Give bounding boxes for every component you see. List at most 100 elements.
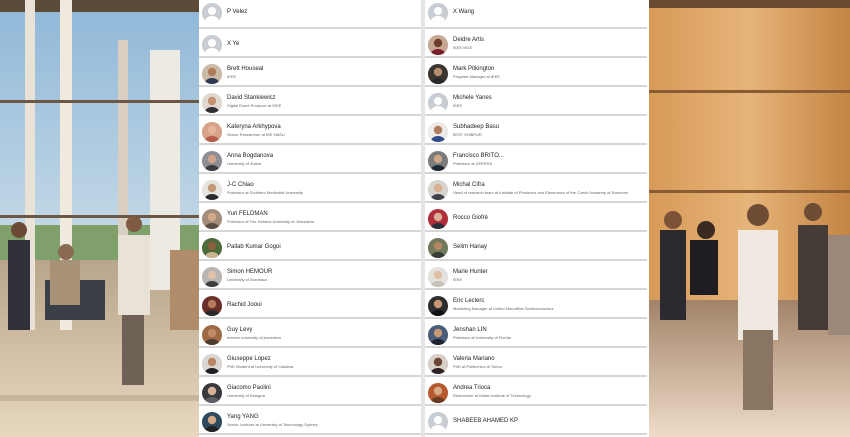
- attendee-name: Eric Leclerc: [453, 298, 485, 304]
- attendee-title: Program Manager at IEEE: [453, 74, 500, 79]
- profile-photo: [428, 64, 448, 84]
- attendee-card[interactable]: Giuseppe Lopez PhD Student at University…: [199, 351, 421, 377]
- attendee-card[interactable]: Yang YANG Senior Lecturer at University …: [199, 409, 421, 435]
- profile-photo: [428, 180, 448, 200]
- profile-photo: [428, 296, 448, 316]
- attendee-card[interactable]: Guy Levy hebrew university of jerusalem: [199, 322, 421, 348]
- attendee-card[interactable]: X Ye: [199, 32, 421, 58]
- attendee-title: Head of research team at Institute of Ph…: [453, 190, 628, 195]
- attendee-name: David Stankiewicz: [227, 95, 276, 101]
- attendee-card[interactable]: J-C Chiao Professor at Southern Methodis…: [199, 177, 421, 203]
- attendee-card[interactable]: David Stankiewicz Digital Event Producer…: [199, 90, 421, 116]
- attendee-name: Michal Cifra: [453, 182, 485, 188]
- attendee-name: Pallab Kumar Gogoi: [227, 244, 281, 250]
- profile-photo: [202, 209, 222, 229]
- attendee-name: Marie Hunter: [453, 269, 488, 275]
- attendee-title: Senior Lecturer at University of Technol…: [227, 422, 318, 427]
- profile-photo: [428, 122, 448, 142]
- attendee-card[interactable]: Eric Leclerc Marketing Manager at United…: [425, 293, 647, 319]
- attendee-card[interactable]: Anna Bogdanova University of Zurich: [199, 148, 421, 174]
- attendee-card[interactable]: Rachid Jooui: [199, 293, 421, 319]
- attendee-card[interactable]: Pallab Kumar Gogoi: [199, 235, 421, 261]
- attendee-title: hebrew university of jerusalem: [227, 335, 282, 340]
- attendee-title: IIEST SHIBPUR: [453, 132, 482, 137]
- attendee-name: Giacomo Paolini: [227, 385, 271, 391]
- attendee-name: Anna Bogdanova: [227, 153, 274, 159]
- attendee-card[interactable]: Giacomo Paolini University of Bologna: [199, 380, 421, 406]
- attendee-name: X Wang: [453, 9, 475, 15]
- attendee-name: Valeria Mariano: [453, 356, 495, 362]
- attendee-title: Researcher at Italian Institute of Techn…: [453, 393, 531, 398]
- profile-photo: [428, 383, 448, 403]
- attendee-title: PhD Student at University of Calabria: [227, 364, 294, 369]
- attendee-title: IEEE: [453, 103, 463, 108]
- attendee-card[interactable]: Marie Hunter IEEE: [425, 264, 647, 290]
- attendee-title: University of Bordeaux: [227, 277, 268, 282]
- attendee-title: Professor at University of Florida: [453, 335, 512, 340]
- attendee-card[interactable]: Valeria Mariano PhD at Politecnico di To…: [425, 351, 647, 377]
- profile-photo: [202, 93, 222, 113]
- attendee-name: Mark Pitkington: [453, 66, 495, 72]
- attendee-name: Deidre Artis: [453, 37, 485, 43]
- profile-photo: [202, 122, 222, 142]
- profile-photo: [202, 354, 222, 374]
- attendee-card[interactable]: Francisco BRITO... Professor at UPERSA: [425, 148, 647, 174]
- virtual-lobby-background: P Velez X Ye Brett Houseal IEEE David St…: [0, 0, 850, 437]
- attendee-name: SHABEEB AHAMED KP: [453, 418, 519, 424]
- default-avatar-icon: [202, 35, 222, 55]
- attendee-name: Francisco BRITO...: [453, 153, 504, 159]
- attendee-card[interactable]: Michele Yanes IEEE: [425, 90, 647, 116]
- attendee-name: Subhadeep Basu: [453, 124, 500, 130]
- profile-photo: [202, 238, 222, 258]
- attendee-title: IEEE MCE: [453, 45, 473, 50]
- attendee-card[interactable]: Kateryna Arkhypova Senior Researcher at …: [199, 119, 421, 145]
- attendee-title: Senior Researcher at IRE NASU: [227, 132, 285, 137]
- profile-photo: [428, 267, 448, 287]
- attendee-name: Kateryna Arkhypova: [227, 124, 281, 130]
- attendee-name: Yang YANG: [227, 414, 259, 420]
- attendee-title: PhD at Politecnico di Torino: [453, 364, 502, 369]
- attendee-title: University of Bologna: [227, 393, 265, 398]
- attendee-name: Michele Yanes: [453, 95, 492, 101]
- attendee-name: Simon HEMOUR: [227, 269, 273, 275]
- attendee-card[interactable]: Simon HEMOUR University of Bordeaux: [199, 264, 421, 290]
- attendee-card[interactable]: P Velez: [199, 0, 421, 29]
- attendee-title: Digital Event Producer at IEEE: [227, 103, 282, 108]
- attendee-card[interactable]: Yuri FELDMAN Professor at The Hebrew Uni…: [199, 206, 421, 232]
- attendee-card[interactable]: Jenshan LIN Professor at University of F…: [425, 322, 647, 348]
- profile-photo: [202, 383, 222, 403]
- attendee-card[interactable]: Deidre Artis IEEE MCE: [425, 32, 647, 58]
- attendee-name: Brett Houseal: [227, 66, 264, 72]
- profile-photo: [202, 296, 222, 316]
- attendee-title: Professor at UPERSA: [453, 161, 493, 166]
- default-avatar-icon: [428, 412, 448, 432]
- lobby-photo-right: [648, 0, 850, 437]
- attendee-card[interactable]: Selim Hanay: [425, 235, 647, 261]
- profile-photo: [202, 151, 222, 171]
- attendee-column-left: P Velez X Ye Brett Houseal IEEE David St…: [199, 0, 421, 437]
- attendee-name: P Velez: [227, 9, 248, 15]
- attendee-card[interactable]: Mark Pitkington Program Manager at IEEE: [425, 61, 647, 87]
- attendee-title: Marketing Manager at United Monolithic S…: [453, 306, 554, 311]
- default-avatar-icon: [202, 3, 222, 23]
- attendee-card[interactable]: Andrea Trioca Researcher at Italian Inst…: [425, 380, 647, 406]
- attendee-name: J-C Chiao: [227, 182, 254, 188]
- attendee-name: Rachid Jooui: [227, 302, 262, 308]
- attendee-title: Professor at Southern Methodist Universi…: [227, 190, 304, 195]
- attendee-card[interactable]: X Wang: [425, 0, 647, 29]
- attendee-column-right: X Wang Deidre Artis IEEE MCE Mark Pitkin…: [425, 0, 647, 437]
- attendee-card[interactable]: Subhadeep Basu IIEST SHIBPUR: [425, 119, 647, 145]
- attendee-list-panel: P Velez X Ye Brett Houseal IEEE David St…: [199, 0, 649, 437]
- attendee-name: Giuseppe Lopez: [227, 356, 271, 362]
- profile-photo: [428, 238, 448, 258]
- lobby-right-illustration: [648, 0, 850, 437]
- attendee-card[interactable]: SHABEEB AHAMED KP: [425, 409, 647, 435]
- attendee-card[interactable]: Rocco Giofrè: [425, 206, 647, 232]
- attendee-card[interactable]: Michal Cifra Head of research team at In…: [425, 177, 647, 203]
- profile-photo: [202, 412, 222, 432]
- profile-photo: [428, 354, 448, 374]
- attendee-card[interactable]: Brett Houseal IEEE: [199, 61, 421, 87]
- profile-photo: [202, 325, 222, 345]
- profile-photo: [202, 180, 222, 200]
- default-avatar-icon: [428, 3, 448, 23]
